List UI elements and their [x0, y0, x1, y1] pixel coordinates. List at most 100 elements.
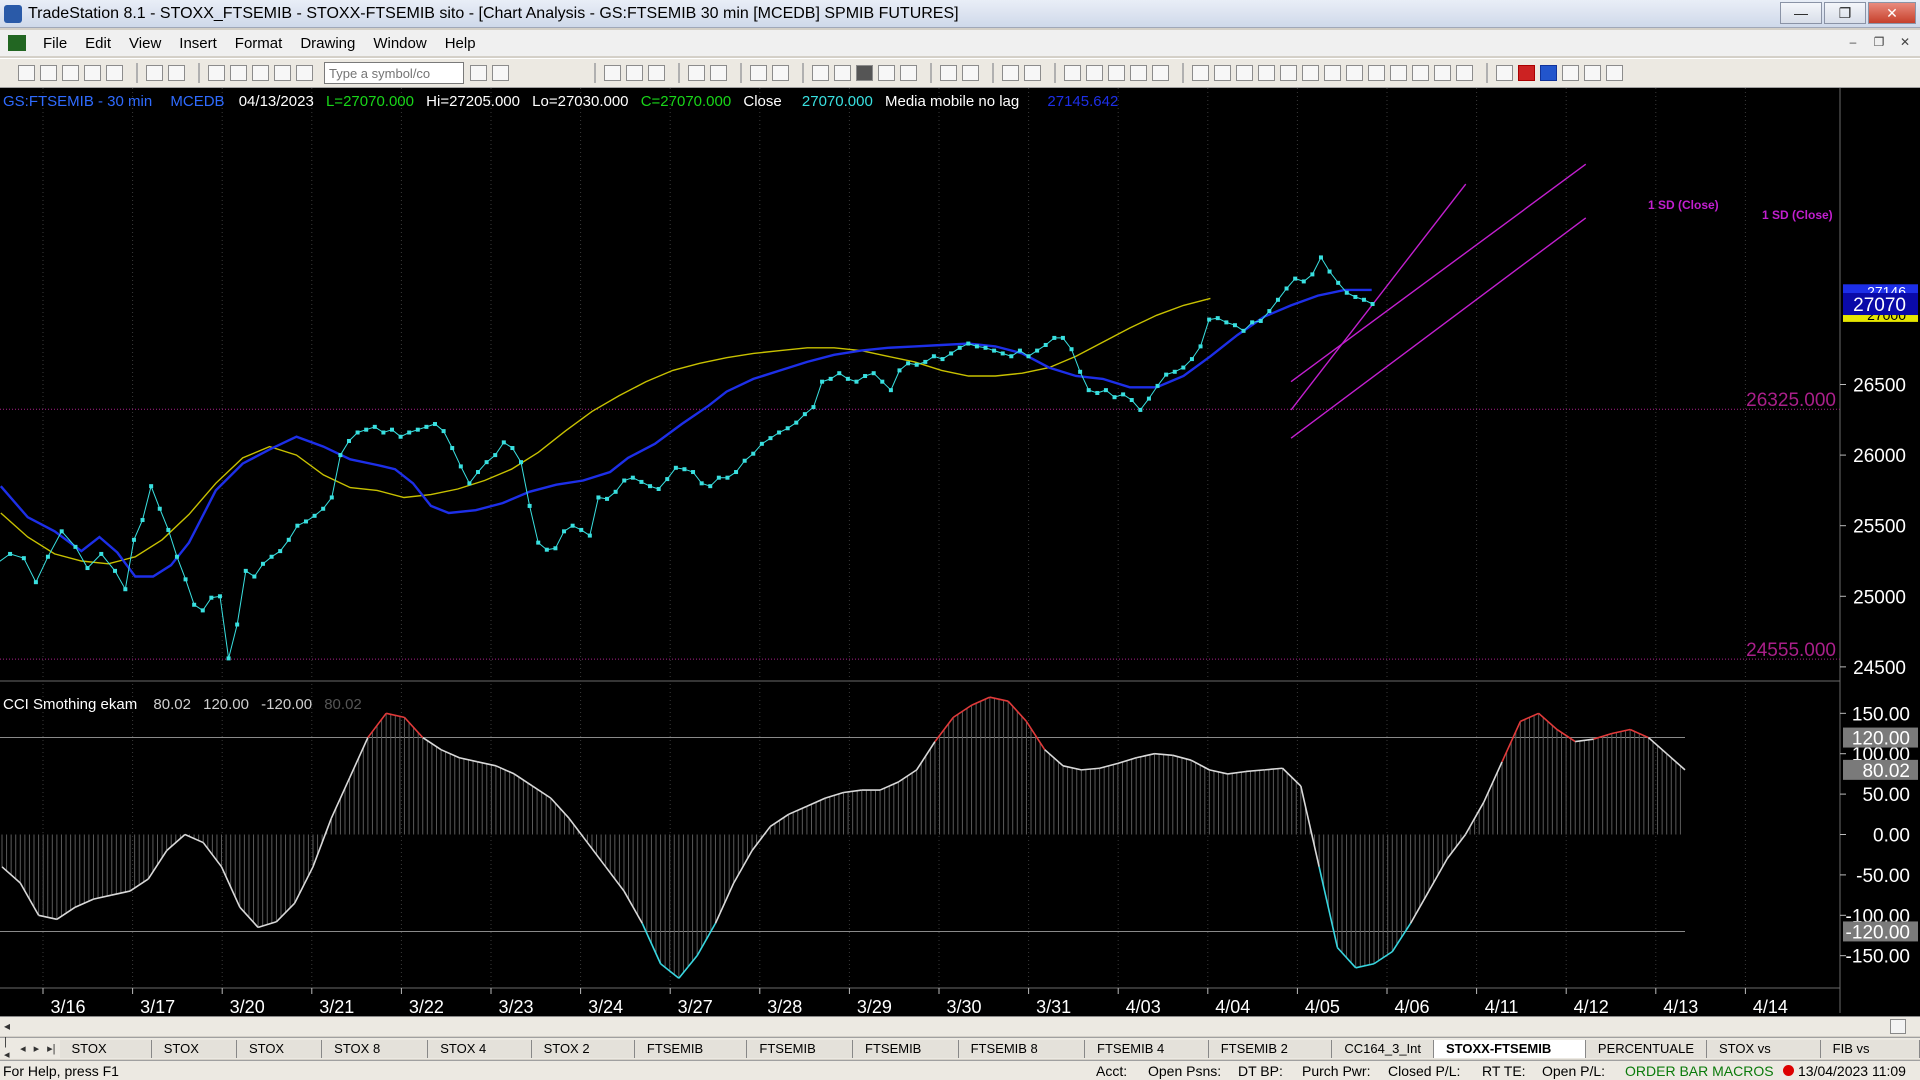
trendline-icon[interactable] — [1192, 65, 1209, 81]
tab-stox-c55[interactable]: STOX C55 — [151, 1039, 237, 1074]
tab-fib-vs-bund[interactable]: FIB vs BUND — [1820, 1039, 1920, 1074]
tab-next-icon[interactable]: ▸ — [30, 1042, 44, 1055]
open-icon[interactable] — [40, 65, 57, 81]
new-icon[interactable] — [18, 65, 35, 81]
vertical-lines-icon[interactable] — [1214, 65, 1231, 81]
freehand-icon[interactable] — [1496, 65, 1513, 81]
menu-edit[interactable]: Edit — [76, 35, 120, 52]
play-arrow-icon[interactable] — [470, 65, 487, 81]
fibonacci-icon[interactable] — [1258, 65, 1275, 81]
tools-icon[interactable] — [1108, 65, 1125, 81]
strategy-icon[interactable] — [710, 65, 727, 81]
space-icon[interactable] — [940, 65, 957, 81]
speed-lines-icon[interactable] — [1280, 65, 1297, 81]
ellipse-icon[interactable] — [1562, 65, 1579, 81]
zoom-out-icon[interactable] — [1024, 65, 1041, 81]
chart-window-icon[interactable] — [8, 35, 26, 51]
tab-ftsemib-2-giorni[interactable]: FTSEMIB 2 giorni — [1208, 1039, 1333, 1074]
tab-ftsemib-8-giorni[interactable]: FTSEMIB 8 Giorni — [958, 1039, 1086, 1074]
text-icon[interactable] — [1130, 65, 1147, 81]
symbol-input[interactable] — [324, 62, 464, 84]
tab-last-icon[interactable]: ▸| — [43, 1042, 59, 1055]
gann-fan-icon[interactable] — [1302, 65, 1319, 81]
menu-view[interactable]: View — [120, 35, 170, 52]
tab-stox-2-giorni[interactable]: STOX 2 giorni — [531, 1039, 635, 1074]
horizontal-lines-icon[interactable] — [1236, 65, 1253, 81]
alert-icon[interactable] — [1152, 65, 1169, 81]
menu-insert[interactable]: Insert — [170, 35, 226, 52]
tab-cc164-3-int[interactable]: CC164_3_Int — [1332, 1039, 1435, 1058]
candle-icon[interactable] — [834, 65, 851, 81]
cci-value-2: 120.00 — [203, 696, 249, 713]
mdi-minimize-button[interactable]: – — [1844, 33, 1862, 51]
refresh-icon[interactable] — [772, 65, 789, 81]
volume-icon[interactable] — [900, 65, 917, 81]
close-point — [966, 341, 971, 346]
arrow-lr-icon[interactable] — [1368, 65, 1385, 81]
save-icon[interactable] — [146, 65, 163, 81]
arrow-up-icon[interactable] — [1540, 65, 1557, 81]
tab-stox-c164[interactable]: STOX C164 — [59, 1039, 152, 1074]
arc-icon[interactable] — [1434, 65, 1451, 81]
scroll-thumb[interactable] — [1890, 1019, 1906, 1034]
close-button[interactable]: ✕ — [1868, 2, 1916, 24]
menu-window[interactable]: Window — [364, 35, 435, 52]
restore-button[interactable]: ❐ — [1824, 2, 1866, 24]
window-icon[interactable] — [208, 65, 225, 81]
ray-icon[interactable] — [1346, 65, 1363, 81]
chart-style-icon[interactable] — [604, 65, 621, 81]
zoom-in-icon[interactable] — [1002, 65, 1019, 81]
format-icon[interactable] — [750, 65, 767, 81]
rectangle-icon[interactable] — [1584, 65, 1601, 81]
new-workspace-icon[interactable] — [84, 65, 101, 81]
tab-stox-4-giorni[interactable]: STOX 4 giorni — [428, 1039, 532, 1074]
menu-file[interactable]: File — [34, 35, 76, 52]
tab-ftsemib-c164[interactable]: FTSEMIB C164 — [634, 1039, 748, 1074]
tab-ftsemib-c55[interactable]: FTSEMIB C55 — [747, 1039, 854, 1074]
open-workspace-icon[interactable] — [62, 65, 79, 81]
pencil-icon[interactable] — [1456, 65, 1473, 81]
andrews-pitchfork-icon[interactable] — [1324, 65, 1341, 81]
tab-first-icon[interactable]: |◂ — [0, 1036, 16, 1061]
regression-icon[interactable] — [1412, 65, 1429, 81]
folder-icon[interactable] — [106, 65, 123, 81]
tab-percentuale[interactable]: PERCENTUALE — [1585, 1039, 1707, 1058]
tool-icon[interactable] — [274, 65, 291, 81]
arrow-down-icon[interactable] — [1518, 65, 1535, 81]
tab-stox-c30[interactable]: STOX C30 — [236, 1039, 323, 1074]
mdi-restore-button[interactable]: ❐ — [1870, 33, 1888, 51]
search-icon[interactable] — [492, 65, 509, 81]
chart-style-icon[interactable] — [626, 65, 643, 81]
lock-icon[interactable] — [252, 65, 269, 81]
mdi-close-button[interactable]: ✕ — [1896, 33, 1914, 51]
compress-icon[interactable] — [962, 65, 979, 81]
tab-stoxx-ftsemib-sito[interactable]: STOXX-FTSEMIB sito — [1434, 1039, 1586, 1074]
bar-chart-icon[interactable] — [812, 65, 829, 81]
indicator-icon[interactable] — [688, 65, 705, 81]
channel-icon[interactable] — [1390, 65, 1407, 81]
window-arrange-icon[interactable] — [230, 65, 247, 81]
menu-drawing[interactable]: Drawing — [291, 35, 364, 52]
horizontal-scrollbar[interactable]: ◂ — [0, 1016, 1920, 1036]
table-icon[interactable] — [648, 65, 665, 81]
color-icon[interactable] — [296, 65, 313, 81]
tab-ftsemib-c30[interactable]: FTSEMIB C30 — [853, 1039, 959, 1074]
point-figure-icon[interactable] — [878, 65, 895, 81]
cursor-icon[interactable] — [1064, 65, 1081, 81]
print-icon[interactable] — [168, 65, 185, 81]
minimize-button[interactable]: — — [1780, 2, 1822, 24]
toolbar-separator — [678, 63, 680, 83]
tab-prev-icon[interactable]: ◂ — [16, 1042, 30, 1055]
data-cursor-icon[interactable] — [1086, 65, 1103, 81]
line-chart-icon[interactable] — [856, 65, 873, 81]
order-bar-macros[interactable]: ORDER BAR MACROS — [1625, 1063, 1774, 1079]
text-abc-icon[interactable] — [1606, 65, 1623, 81]
tab-stox-vs-bund[interactable]: STOX vs BUND — [1706, 1039, 1821, 1074]
chart-svg[interactable]: 2450025000255002600026500 150.00100.0050… — [0, 88, 1920, 1028]
tab-ftsemib-4-giorni[interactable]: FTSEMIB 4 giorni — [1085, 1039, 1209, 1074]
tab-stox-8-giorni[interactable]: STOX 8 Giorni — [322, 1039, 429, 1074]
scroll-left-icon[interactable]: ◂ — [4, 1019, 10, 1033]
menu-help[interactable]: Help — [436, 35, 485, 52]
chart-window[interactable]: 24500 25000 25500 26000 26500 150.00 100.00 50… — [0, 88, 1920, 1028]
menu-format[interactable]: Format — [226, 35, 292, 52]
